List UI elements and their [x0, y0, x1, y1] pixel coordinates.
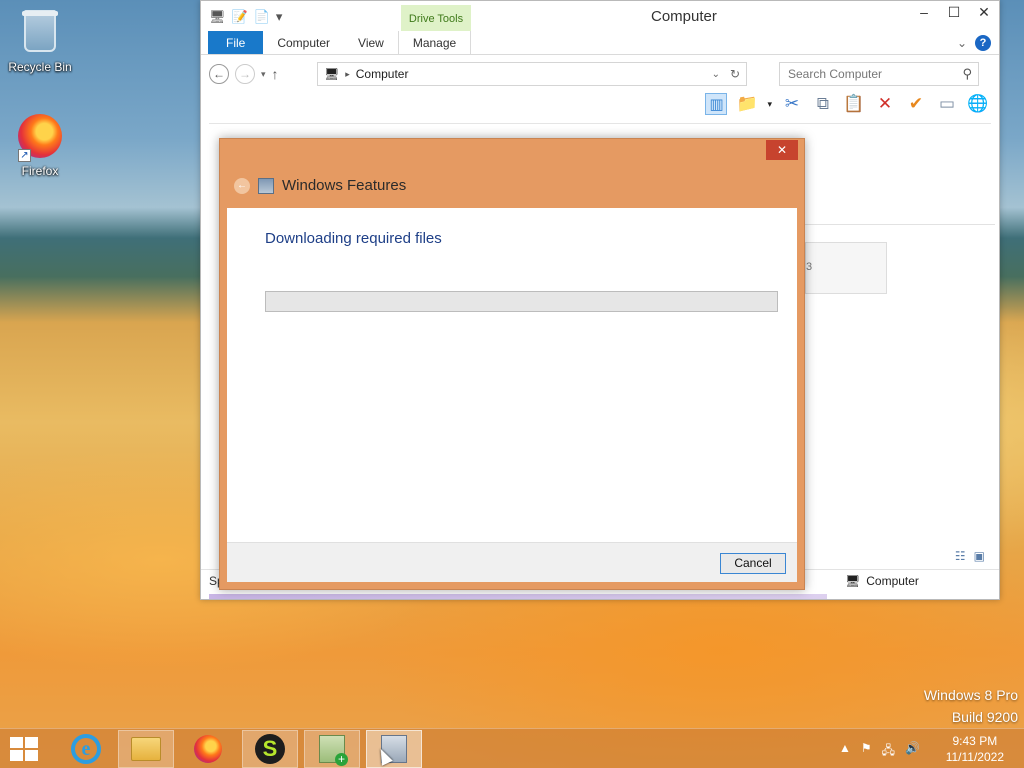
computer-icon: 🖥: [845, 573, 861, 588]
qat-dropdown-icon[interactable]: ▾: [276, 9, 283, 25]
cancel-button[interactable]: Cancel: [720, 553, 786, 574]
tab-view[interactable]: View: [344, 31, 398, 54]
computer-icon[interactable]: 🖥: [209, 9, 226, 25]
properties-icon[interactable]: 📝: [232, 9, 248, 25]
windows-features-icon: [258, 177, 274, 194]
recent-locations-icon[interactable]: ▾: [261, 69, 266, 80]
rename-icon[interactable]: ✔: [905, 93, 927, 115]
setup-icon: [319, 735, 348, 766]
properties-icon[interactable]: ▭: [936, 93, 958, 115]
firefox-icon: ↗: [16, 114, 64, 162]
ribbon-right: ⌄ ?: [957, 35, 991, 51]
paste-icon[interactable]: 📋: [843, 93, 865, 115]
group-divider: [805, 224, 995, 225]
search-placeholder: Search Computer: [788, 67, 883, 81]
progress-bar: [265, 291, 778, 312]
folder-options-dropdown-icon[interactable]: ▾: [767, 99, 772, 110]
search-input[interactable]: Search Computer ⚲: [779, 62, 979, 86]
recycle-bin-icon: [16, 10, 64, 58]
expand-ribbon-icon[interactable]: ⌄: [957, 36, 967, 50]
desktop-icon-firefox[interactable]: ↗ Firefox: [2, 112, 78, 178]
maximize-button[interactable]: ☐: [939, 1, 969, 23]
help-icon[interactable]: ?: [975, 35, 991, 51]
status-location-label: Computer: [866, 573, 919, 588]
explorer-titlebar: 🖥 📝 📄 ▾ Drive Tools Computer – ☐ ✕: [201, 1, 999, 31]
horizontal-scrollbar[interactable]: [209, 594, 827, 599]
network-icon[interactable]: 🖧: [882, 741, 895, 762]
cut-icon[interactable]: ✂: [781, 93, 803, 115]
folder-options-icon[interactable]: 📁: [736, 93, 758, 115]
dialog-body: Downloading required files: [227, 208, 797, 542]
dialog-header: ← Windows Features: [234, 177, 406, 194]
minimize-button[interactable]: –: [909, 1, 939, 23]
back-arrow-icon[interactable]: ←: [234, 177, 250, 194]
s-app-icon: S: [255, 734, 285, 764]
taskbar: e S ▲ ⚑ 🖧 🔊 9:43 PM 11/11/2022: [0, 728, 1024, 768]
firefox-icon: [194, 735, 222, 763]
context-tab-drive-tools: Drive Tools: [401, 5, 471, 31]
action-center-flag-icon[interactable]: ⚑: [861, 741, 872, 762]
clock-time: 9:43 PM: [952, 734, 998, 748]
desktop-icon-recycle-bin[interactable]: Recycle Bin: [2, 6, 78, 74]
start-button[interactable]: [10, 737, 38, 761]
details-view-icon[interactable]: ☷: [955, 549, 966, 563]
watermark-edition: Windows 8 Pro: [923, 687, 1018, 703]
taskbar-setup[interactable]: [304, 730, 360, 768]
refresh-icon[interactable]: ↻: [730, 67, 740, 81]
desktop-icon-label: Firefox: [21, 164, 59, 178]
taskbar-file-explorer[interactable]: [118, 730, 174, 768]
tab-file[interactable]: File: [208, 31, 264, 54]
view-switcher: ☷ ▣: [955, 549, 985, 563]
up-button[interactable]: ↑: [272, 66, 279, 82]
preview-pane-icon[interactable]: ▥: [705, 93, 728, 115]
dialog-title: Windows Features: [282, 177, 407, 194]
taskbar-s-app[interactable]: S: [242, 730, 298, 768]
dialog-close-button[interactable]: ✕: [766, 140, 798, 160]
command-toolbar: ▥ 📁 ▾ ✂ ⧉ 📋 ✕ ✔ ▭ 🌐: [705, 93, 989, 115]
dialog-footer: Cancel: [227, 542, 797, 582]
taskbar-internet-explorer[interactable]: e: [58, 730, 114, 768]
system-tray: ▲ ⚑ 🖧 🔊: [839, 741, 920, 762]
status-message: Downloading required files: [265, 230, 442, 247]
delete-icon[interactable]: ✕: [874, 93, 896, 115]
address-dropdown-icon[interactable]: ⌄: [712, 69, 720, 80]
windows-logo-icon: [10, 737, 23, 748]
search-icon[interactable]: ⚲: [962, 63, 972, 85]
watermark-build: Build 9200: [951, 709, 1018, 725]
computer-icon: 🖥: [324, 67, 340, 81]
breadcrumb-computer[interactable]: Computer: [356, 67, 409, 81]
new-folder-icon[interactable]: 📄: [254, 9, 270, 25]
show-hidden-icons-icon[interactable]: ▲: [839, 741, 851, 762]
ribbon-tabs: File Computer View Manage ⌄ ?: [201, 31, 999, 55]
tab-computer[interactable]: Computer: [263, 31, 344, 54]
taskbar-firefox[interactable]: [180, 730, 236, 768]
drive-tile-text: 3: [806, 261, 813, 273]
windows-features-dialog: ✕ ← Windows Features Downloading require…: [219, 138, 805, 590]
address-row: ← → ▾ ↑ 🖥 ▸ Computer ⌄ ↻ Search Computer…: [209, 61, 991, 87]
volume-icon[interactable]: 🔊: [905, 741, 920, 762]
close-button[interactable]: ✕: [969, 1, 999, 23]
clock[interactable]: 9:43 PM 11/11/2022: [946, 733, 1004, 765]
tab-manage[interactable]: Manage: [397, 31, 472, 54]
quick-access-toolbar: 🖥 📝 📄 ▾: [209, 9, 282, 25]
desktop-icon-label: Recycle Bin: [8, 60, 72, 74]
address-bar[interactable]: 🖥 ▸ Computer ⌄ ↻: [317, 62, 747, 86]
large-icons-view-icon[interactable]: ▣: [974, 549, 985, 563]
network-icon[interactable]: 🌐: [967, 93, 989, 115]
taskbar-windows-features[interactable]: [366, 730, 422, 768]
window-controls: – ☐ ✕: [909, 1, 999, 23]
breadcrumb-chevron-icon[interactable]: ▸: [345, 69, 350, 80]
forward-button[interactable]: →: [235, 64, 255, 84]
back-button[interactable]: ←: [209, 64, 229, 84]
status-location: 🖥 Computer: [845, 574, 919, 588]
os-watermark: Windows 8 Pro Build 9200: [924, 684, 1018, 728]
file-explorer-icon: [131, 737, 161, 761]
clock-date: 11/11/2022: [945, 750, 1004, 764]
internet-explorer-icon: e: [71, 734, 101, 764]
drive-tile[interactable]: 3: [805, 242, 887, 294]
window-title: Computer: [651, 8, 717, 25]
shortcut-arrow-icon: ↗: [18, 149, 31, 162]
copy-icon[interactable]: ⧉: [812, 93, 834, 115]
